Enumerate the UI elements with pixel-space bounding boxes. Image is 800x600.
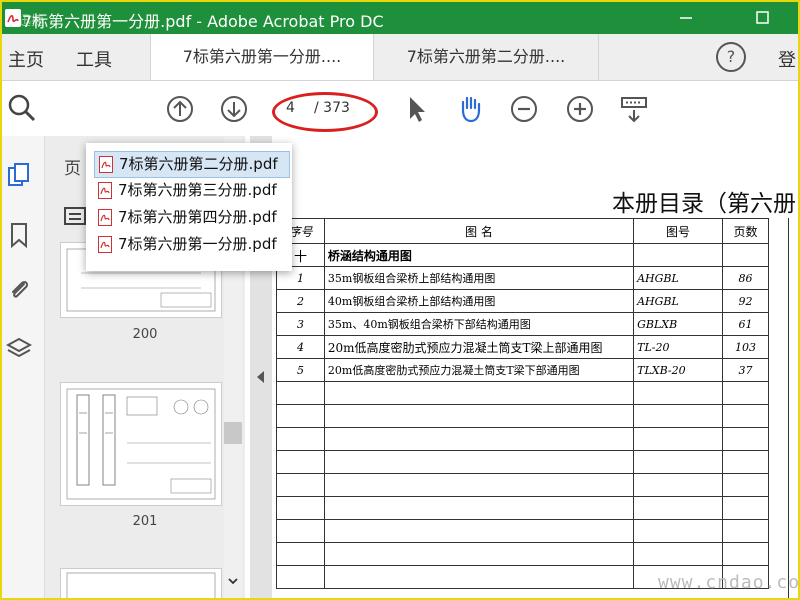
thumbnail-label: 201: [132, 514, 158, 529]
pdf-file-icon: [98, 236, 112, 253]
empty-row: [276, 450, 770, 474]
menu-home[interactable]: 主页: [8, 46, 44, 72]
thumbnail-label: 200: [132, 327, 158, 342]
section-name: 桥涵结构通用图: [323, 243, 635, 267]
empty-row: [276, 404, 770, 428]
panel-options-icon[interactable]: [64, 206, 86, 226]
page-thumbnails-icon[interactable]: [6, 162, 32, 188]
table-row: 2 40m钢板组合梁桥上部结构通用图 AHGBL 92: [276, 289, 770, 313]
recent-file-item[interactable]: 7标第六册第二分册.pdf: [94, 151, 290, 178]
table-edge-rule: [788, 218, 789, 598]
layers-icon[interactable]: [6, 336, 32, 362]
tab-label: 7标第六册第一分册....: [182, 47, 342, 66]
tab-label: 7标第六册第二分册....: [406, 47, 566, 66]
window-title: 7标第六册第一分册.pdf - Adobe Acrobat Pro DC: [22, 12, 384, 31]
sign-in-button[interactable]: 登: [778, 46, 796, 72]
drawing-preview: [66, 572, 216, 598]
window-frame: 7标第六册第一分册.pdf - Adobe Acrobat Pro DC 迅捷 …: [0, 0, 800, 600]
header-pages: 页数: [721, 218, 770, 244]
recent-file-name: 7标第六册第四分册.pdf: [118, 208, 277, 226]
drawing-preview: [66, 388, 216, 500]
recent-file-name: 7标第六册第一分册.pdf: [118, 235, 277, 253]
tab-document-1[interactable]: 7标第六册第一分册....: [150, 34, 374, 80]
empty-row: [276, 473, 770, 497]
menu-bar: 主页 工具 7标第六册第一分册.... 7标第六册第二分册.... ? 登: [2, 34, 798, 81]
bookmark-icon[interactable]: [6, 222, 32, 248]
scrollbar-thumb[interactable]: [224, 422, 242, 444]
previous-page-icon[interactable]: [164, 93, 196, 125]
empty-row: [276, 381, 770, 405]
table-row: 5 20m低高度密肋式预应力混凝土筒支T梁下部通用图 TLXB-20 37: [276, 358, 770, 382]
scroll-down-icon[interactable]: [226, 574, 240, 588]
navigation-rail: [2, 136, 45, 598]
empty-row: [276, 496, 770, 520]
hand-tool-icon[interactable]: [454, 93, 486, 125]
zoom-out-icon[interactable]: [508, 93, 540, 125]
section-row: 十 桥涵结构通用图: [276, 243, 770, 267]
attachment-icon[interactable]: [6, 276, 32, 302]
document-title: 本册目录（第六册: [612, 191, 796, 217]
collapse-arrow-icon[interactable]: [255, 370, 267, 384]
header-code: 图号: [633, 218, 723, 244]
zoom-in-icon[interactable]: [564, 93, 596, 125]
recent-file-item[interactable]: 7标第六册第三分册.pdf: [94, 178, 288, 203]
empty-row: [276, 427, 770, 451]
recent-file-name: 7标第六册第三分册.pdf: [118, 181, 277, 199]
table-row: 4 20m低高度密肋式预应力混凝土筒支T梁上部通用图 TL-20 103: [276, 335, 770, 359]
page-thumbnail-202[interactable]: [60, 568, 222, 598]
menu-tools[interactable]: 工具: [76, 46, 112, 72]
table-row: 1 35m钢板组合梁桥上部结构通用图 AHGBL 86: [276, 266, 770, 290]
recent-file-item[interactable]: 7标第六册第一分册.pdf: [94, 232, 288, 257]
maximize-button[interactable]: [742, 2, 782, 34]
pdf-file-icon: [98, 209, 112, 226]
recent-file-name: 7标第六册第二分册.pdf: [119, 155, 278, 173]
table-of-contents: 序号 图 名 图号 页数 十 桥涵结构通用图 1 35m钢板组合梁桥上部结构通用…: [276, 218, 770, 589]
header-name: 图 名: [323, 218, 635, 244]
select-cursor-icon[interactable]: [400, 93, 432, 125]
title-bar: 7标第六册第一分册.pdf - Adobe Acrobat Pro DC 迅捷: [2, 2, 798, 34]
page-thumbnail-201[interactable]: [60, 382, 222, 506]
empty-row: [276, 542, 770, 566]
recent-files-dropdown: 7标第六册第二分册.pdf 7标第六册第三分册.pdf 7标第六册第四分册.pd…: [86, 143, 292, 271]
next-page-icon[interactable]: [218, 93, 250, 125]
pdf-file-icon: [99, 156, 113, 173]
site-watermark: www.cndao.com: [658, 572, 800, 593]
highlight-oval: [272, 92, 378, 132]
help-button[interactable]: ?: [716, 42, 746, 72]
table-row: 3 35m、40m钢板组合梁桥下部结构通用图 GBLXB 61: [276, 312, 770, 336]
table-header-row: 序号 图 名 图号 页数: [276, 218, 770, 244]
minimize-button[interactable]: [666, 2, 706, 34]
pdf-file-icon: [98, 182, 112, 199]
panel-header: 页: [64, 159, 81, 179]
scroll-mode-icon[interactable]: [618, 93, 650, 125]
search-icon[interactable]: [6, 92, 38, 124]
watermark-text: 迅捷: [18, 14, 45, 29]
tab-document-2[interactable]: 7标第六册第二分册....: [374, 34, 599, 80]
empty-row: [276, 519, 770, 543]
recent-file-item[interactable]: 7标第六册第四分册.pdf: [94, 205, 288, 230]
